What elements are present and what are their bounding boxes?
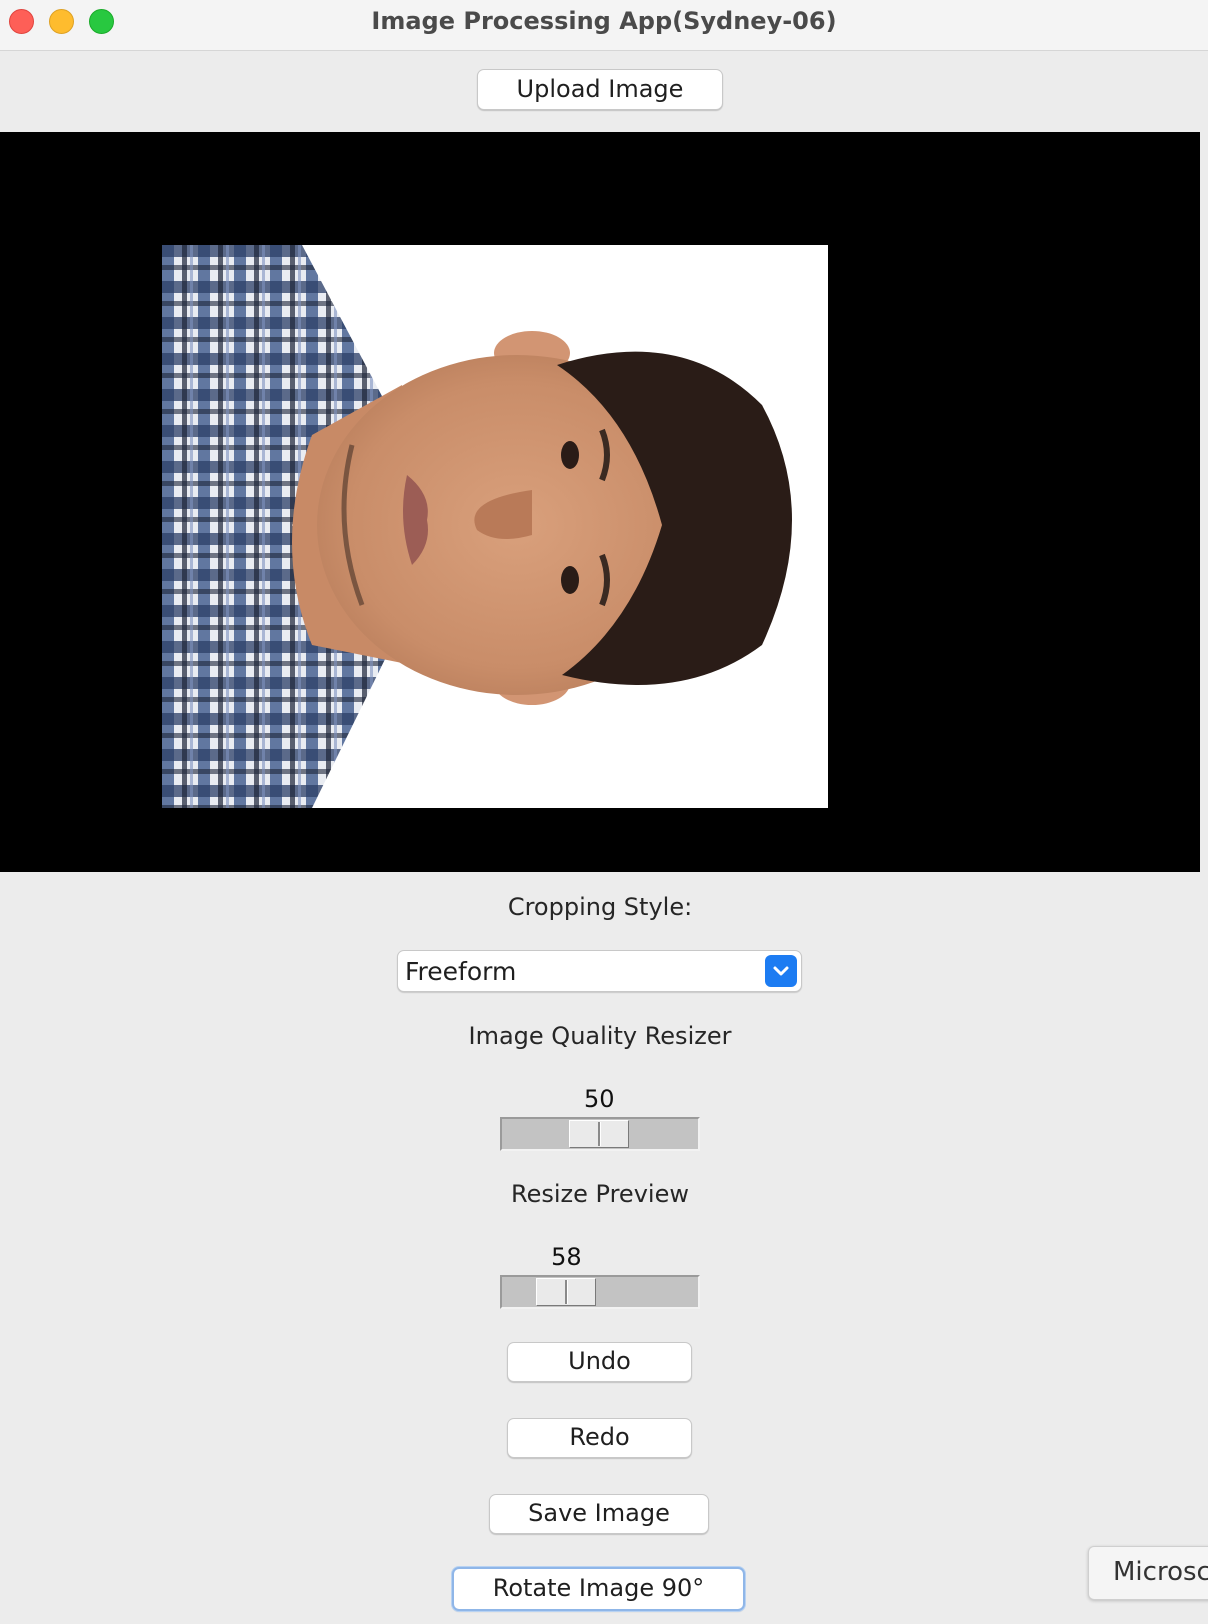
image-quality-slider[interactable] bbox=[500, 1117, 700, 1151]
background-app-label: Microsc bbox=[1113, 1557, 1208, 1587]
slider-thumb-groove bbox=[565, 1280, 569, 1304]
cropping-style-dropdown[interactable]: Freeform bbox=[397, 950, 802, 992]
title-bar[interactable]: Image Processing App(Sydney-06) bbox=[0, 0, 1208, 51]
chevron-down-icon[interactable] bbox=[765, 955, 797, 987]
redo-button[interactable]: Redo bbox=[507, 1418, 692, 1458]
save-image-button[interactable]: Save Image bbox=[489, 1494, 709, 1534]
resize-preview-slider-thumb[interactable] bbox=[536, 1278, 597, 1306]
slider-thumb-groove bbox=[598, 1122, 602, 1146]
background-app-window[interactable]: Microsc bbox=[1088, 1546, 1208, 1600]
rotated-portrait-image bbox=[162, 245, 828, 808]
resize-preview-value: 58 bbox=[551, 1243, 582, 1271]
window-title: Image Processing App(Sydney-06) bbox=[371, 7, 837, 35]
resize-preview-slider[interactable] bbox=[500, 1275, 700, 1309]
portrait-photo bbox=[162, 245, 828, 808]
undo-button[interactable]: Undo bbox=[507, 1342, 692, 1382]
image-canvas[interactable] bbox=[0, 132, 1200, 872]
image-quality-label: Image Quality Resizer bbox=[468, 1022, 732, 1050]
upload-image-button[interactable]: Upload Image bbox=[477, 69, 723, 110]
canvas-edge bbox=[1200, 132, 1208, 872]
cropping-style-label: Cropping Style: bbox=[507, 893, 693, 921]
image-quality-value: 50 bbox=[584, 1085, 615, 1113]
rotate-image-button[interactable]: Rotate Image 90° bbox=[452, 1567, 745, 1611]
cropping-style-value: Freeform bbox=[405, 957, 517, 986]
image-quality-slider-thumb[interactable] bbox=[569, 1120, 630, 1148]
app-window: Image Processing App(Sydney-06) Upload I… bbox=[0, 0, 1208, 1624]
resize-preview-label: Resize Preview bbox=[511, 1180, 689, 1208]
